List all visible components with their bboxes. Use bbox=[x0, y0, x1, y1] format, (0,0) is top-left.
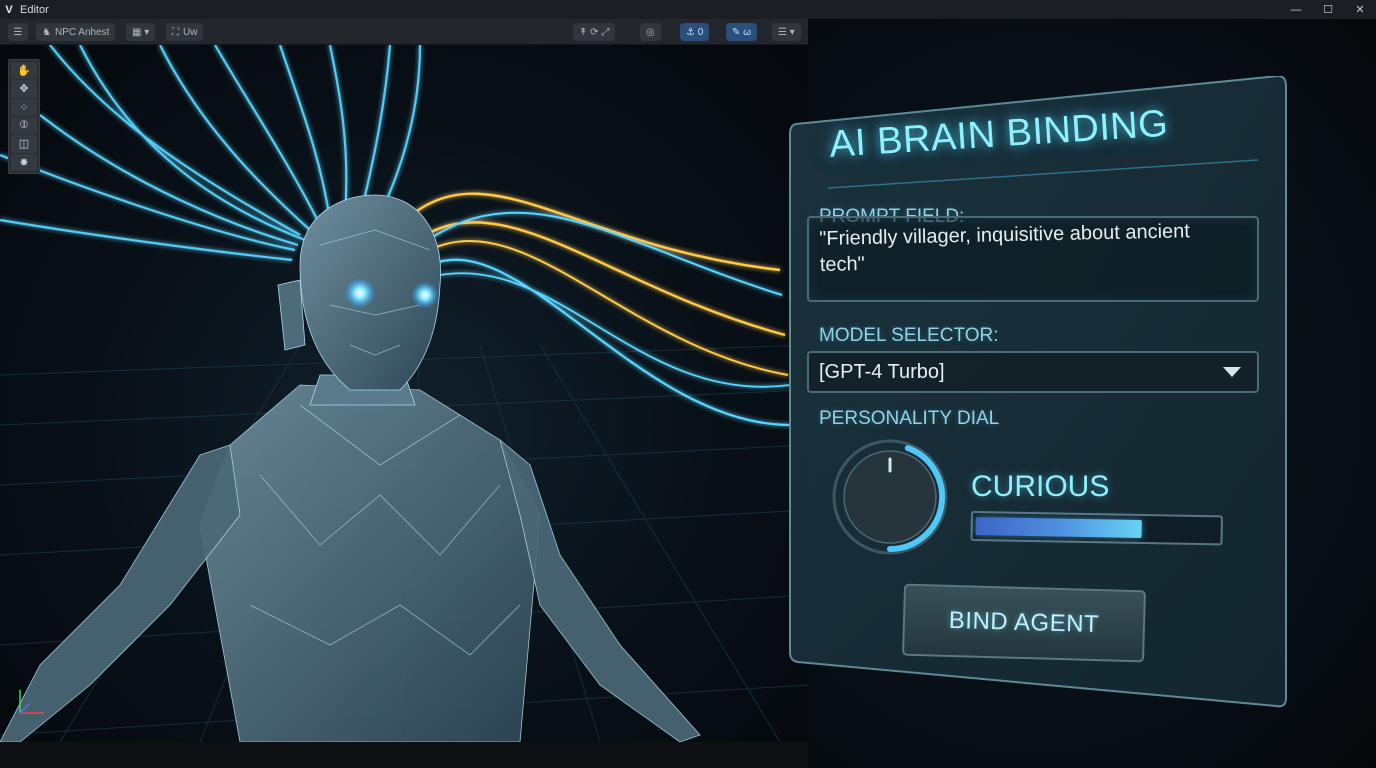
transform-icons: ↟ ⟳ ⤢ bbox=[579, 26, 610, 38]
chevron-down-icon bbox=[1223, 367, 1241, 377]
snap-toggle-button[interactable]: ⚓ 0 bbox=[680, 23, 710, 41]
scene-viewport[interactable] bbox=[0, 45, 808, 742]
rotate-icon: ⦶ bbox=[20, 119, 28, 132]
layout-button[interactable]: ▦ ▾ bbox=[126, 23, 156, 41]
model-selector-value: [GPT-4 Turbo] bbox=[819, 360, 945, 383]
scale-tool-button[interactable]: ⁘ bbox=[11, 98, 37, 116]
npc-icon: ♞ bbox=[42, 26, 51, 38]
personality-dial[interactable] bbox=[830, 437, 950, 557]
title-bar: V Editor — ☐ ✕ bbox=[0, 0, 1376, 19]
personality-dial-label: PERSONALITY DIAL bbox=[819, 408, 1000, 429]
rect-icon: ◫ bbox=[18, 138, 30, 151]
scene-render bbox=[0, 45, 808, 742]
personality-level-fill bbox=[975, 517, 1142, 538]
bind-agent-button[interactable]: BIND AGENT bbox=[902, 583, 1146, 663]
personality-level-bar bbox=[970, 511, 1223, 546]
model-selector-dropdown[interactable]: [GPT-4 Turbo] bbox=[807, 351, 1259, 393]
menu-button[interactable]: ☰ bbox=[8, 23, 28, 41]
close-button[interactable]: ✕ bbox=[1344, 0, 1376, 19]
hand-icon: ✋ bbox=[17, 65, 31, 78]
personality-value: CURIOUS bbox=[971, 470, 1110, 503]
minimize-button[interactable]: — bbox=[1280, 0, 1312, 19]
pivot-button[interactable]: ◎ bbox=[640, 23, 661, 41]
bind-agent-label: BIND AGENT bbox=[948, 606, 1100, 639]
app-logo-icon: V bbox=[5, 3, 13, 16]
rect-tool-button[interactable]: ◫ bbox=[11, 135, 37, 153]
window-controls: — ☐ ✕ bbox=[1280, 0, 1376, 19]
window-title: Editor bbox=[20, 3, 49, 16]
object-selector-button[interactable]: ♞ NPC Anhest bbox=[36, 23, 116, 41]
view-mode-button[interactable]: ⛶ Uw bbox=[166, 23, 204, 41]
scale-icon: ⁘ bbox=[19, 101, 29, 114]
menu-icon: ☰ bbox=[13, 26, 23, 38]
model-selector-label: MODEL SELECTOR: bbox=[819, 325, 999, 346]
prompt-field-value: "Friendly villager, inquisitive about an… bbox=[819, 220, 1191, 276]
editor-toolbar: ☰ ♞ NPC Anhest ▦ ▾ ⛶ Uw ↟ ⟳ ⤢ ◎ ⚓ 0 ✎ ω … bbox=[0, 19, 808, 45]
status-bar bbox=[0, 742, 808, 768]
transform-tools-group[interactable]: ↟ ⟳ ⤢ bbox=[573, 23, 616, 41]
pivot-icon: ◎ bbox=[646, 26, 655, 38]
layout-icon: ▦ ▾ bbox=[132, 26, 150, 38]
editor-window: V Editor — ☐ ✕ ☰ ♞ NPC Anhest ▦ ▾ ⛶ Uw ↟… bbox=[0, 0, 1376, 768]
brush-icon: ✎ ω bbox=[732, 26, 751, 38]
layers-button[interactable]: ☰ ▾ bbox=[772, 23, 801, 41]
custom-tool-icon: ✸ bbox=[19, 156, 29, 169]
object-name: NPC Anhest bbox=[54, 26, 110, 38]
brush-toggle-button[interactable]: ✎ ω bbox=[726, 23, 757, 41]
view-label: Uw bbox=[183, 26, 198, 38]
maximize-button[interactable]: ☐ bbox=[1312, 0, 1344, 19]
snap-icon: ⚓ 0 bbox=[686, 26, 704, 38]
hand-tool-button[interactable]: ✋ bbox=[11, 62, 37, 80]
neural-wires-right bbox=[389, 192, 791, 427]
tool-palette: ✋ ✥ ⁘ ⦶ ◫ ✸ bbox=[8, 59, 40, 174]
rotate-tool-button[interactable]: ⦶ bbox=[11, 116, 37, 135]
move-icon: ✥ bbox=[19, 83, 29, 96]
layers-icon: ☰ ▾ bbox=[778, 26, 795, 38]
npc-android-body bbox=[0, 194, 701, 742]
view-icon: ⛶ bbox=[172, 26, 179, 38]
prompt-field[interactable]: "Friendly villager, inquisitive about an… bbox=[807, 216, 1259, 302]
custom-tool-button[interactable]: ✸ bbox=[11, 153, 37, 171]
move-tool-button[interactable]: ✥ bbox=[11, 80, 37, 98]
